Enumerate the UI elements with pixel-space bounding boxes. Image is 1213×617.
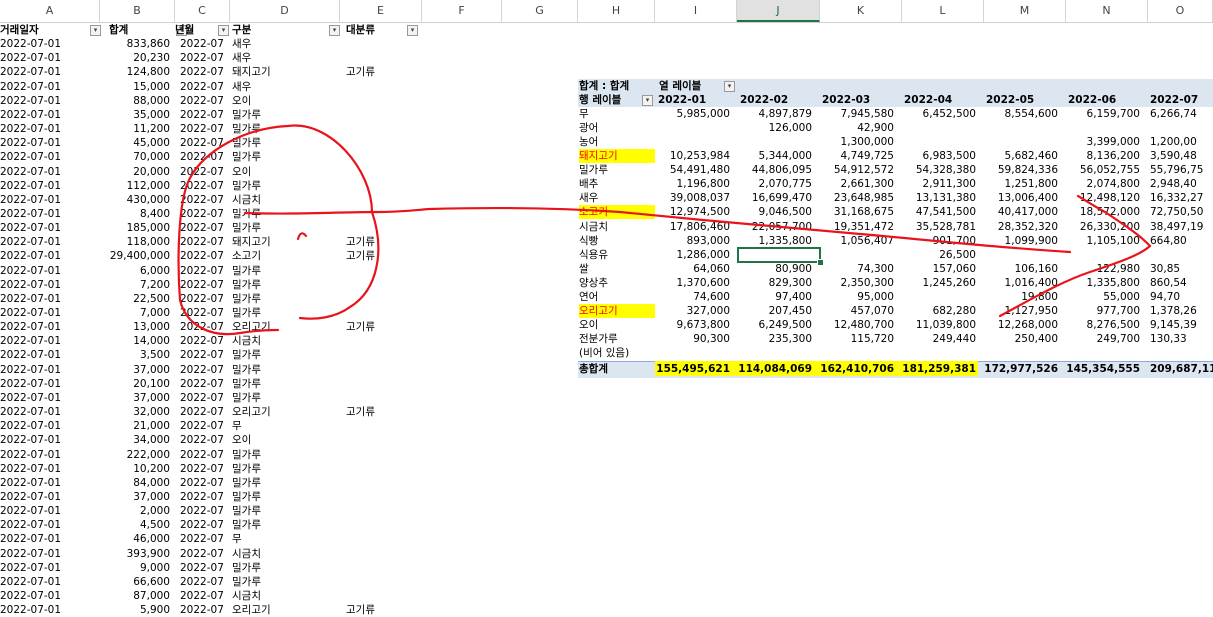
red-ink-annotation xyxy=(177,124,1152,336)
